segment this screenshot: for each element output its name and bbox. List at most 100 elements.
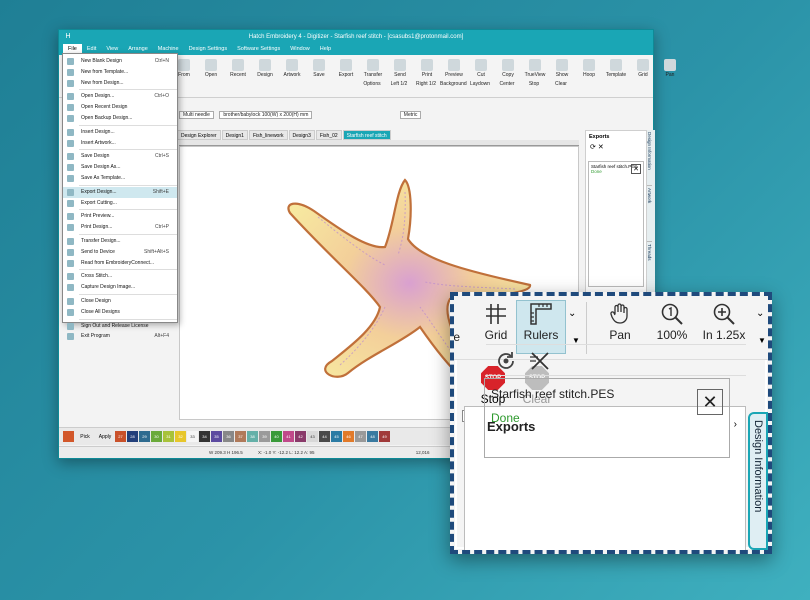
hoop-select[interactable]: brother/babylock 100(W) x 200(H) mm	[219, 111, 313, 119]
ribbon-pan-button[interactable]: Pan	[657, 59, 683, 78]
doc-tab[interactable]: Fish_02	[315, 130, 342, 140]
ribbon2-background-button[interactable]: Background	[440, 81, 467, 87]
file-menu-open-design[interactable]: Open Design... Ctrl+O	[63, 91, 177, 102]
file-menu-export-cutting[interactable]: Export Cutting...	[63, 198, 177, 209]
file-menu-cross-stitch[interactable]: Cross Stitch...	[63, 271, 177, 282]
file-menu-transfer-design[interactable]: Transfer Design...	[63, 236, 177, 247]
refresh-icon[interactable]: ⟳	[590, 144, 596, 151]
color-swatch[interactable]: 34	[199, 431, 210, 442]
ribbon-grid-button[interactable]: Grid	[630, 59, 656, 78]
file-menu-open-recent-design[interactable]: Open Recent Design	[63, 102, 177, 113]
ribbon-trueview-button[interactable]: TrueView	[522, 59, 548, 78]
color-swatch[interactable]: 30	[151, 431, 162, 442]
close-icon[interactable]: ✕	[697, 389, 723, 415]
file-menu-open-backup-design[interactable]: Open Backup Design...	[63, 113, 177, 124]
ribbon2-laydown-button[interactable]: Laydown	[467, 81, 493, 87]
file-menu-insert-design[interactable]: Insert Design...	[63, 127, 177, 138]
file-menu-new-from-template[interactable]: New from Template...	[63, 67, 177, 78]
ribbon-open-button[interactable]: Open	[198, 59, 224, 78]
ribbon2-right-1-2-button[interactable]: Right 1/2	[413, 81, 439, 87]
color-swatch[interactable]: 31	[163, 431, 174, 442]
color-swatch[interactable]: 48	[367, 431, 378, 442]
file-menu-insert-artwork[interactable]: Insert Artwork...	[63, 138, 177, 149]
file-menu-close-design[interactable]: Close Design	[63, 296, 177, 307]
file-menu-close-all-designs[interactable]: Close All Designs	[63, 307, 177, 318]
color-swatch[interactable]: 46	[343, 431, 354, 442]
file-menu-print-design[interactable]: Print Design... Ctrl+P	[63, 222, 177, 233]
ribbon2-options-button[interactable]: Options	[359, 81, 385, 87]
pick-button[interactable]: Pick	[75, 434, 95, 440]
color-swatch[interactable]: 36	[223, 431, 234, 442]
ribbon-recent-button[interactable]: Recent	[225, 59, 251, 78]
color-swatch[interactable]: 49	[379, 431, 390, 442]
grid-button[interactable]: Grid	[478, 302, 514, 342]
apply-button[interactable]: Apply	[95, 434, 115, 440]
file-menu-print-preview[interactable]: Print Preview...	[63, 211, 177, 222]
file-menu-send-to-device[interactable]: Send to Device Shift+Alt+S	[63, 247, 177, 258]
chevron-down-icon[interactable]: ⌄	[568, 308, 576, 319]
color-swatch[interactable]: 42	[295, 431, 306, 442]
ribbon-preview-button[interactable]: Preview	[441, 59, 467, 78]
file-menu-new-from-design[interactable]: New from Design...	[63, 78, 177, 89]
menu-help[interactable]: Help	[315, 44, 336, 55]
ribbon-artwork-button[interactable]: Artwork	[279, 59, 305, 78]
zoom-export-file-item[interactable]: Starfish reef stitch.PES Done ✕	[484, 378, 730, 458]
ribbon2-stop-button[interactable]: Stop	[521, 81, 547, 87]
color-swatch[interactable]: 43	[307, 431, 318, 442]
file-menu-sign-out-and-release-license[interactable]: Sign Out and Release License	[63, 321, 177, 332]
menu-window[interactable]: Window	[285, 44, 315, 55]
file-menu-capture-design-image[interactable]: Capture Design Image...	[63, 282, 177, 293]
doc-tab[interactable]: Design3	[288, 130, 315, 140]
more-arrow-icon[interactable]: ▼	[758, 336, 766, 345]
side-tab[interactable]: Threads	[647, 242, 652, 298]
color-swatch[interactable]: 35	[211, 431, 222, 442]
color-swatch[interactable]: 40	[271, 431, 282, 442]
color-swatch[interactable]: 38	[247, 431, 258, 442]
ribbon-cut-button[interactable]: Cut	[468, 59, 494, 78]
export-file-item[interactable]: Starfish reef stitch.PES Done ✕	[588, 161, 644, 287]
units-select[interactable]: Metric	[399, 111, 422, 119]
doc-tab[interactable]: Design Explorer	[177, 130, 221, 140]
color-swatch[interactable]: 45	[331, 431, 342, 442]
needle-select[interactable]: Multi needle	[179, 111, 214, 119]
color-swatch[interactable]: 33	[187, 431, 198, 442]
design-information-tab[interactable]: Design Information	[748, 412, 768, 550]
color-swatch[interactable]: 28	[127, 431, 138, 442]
file-menu-save-design[interactable]: Save Design Ctrl+S	[63, 151, 177, 162]
ribbon-transfer-button[interactable]: Transfer	[360, 59, 386, 78]
doc-tab[interactable]: Starfish reef stitch	[342, 130, 391, 140]
color-swatch[interactable]: 44	[319, 431, 330, 442]
side-tab[interactable]: Artwork	[647, 186, 652, 242]
refresh-icon[interactable]	[494, 349, 518, 373]
side-tab[interactable]: Design Information	[647, 130, 652, 186]
ribbon-send-button[interactable]: Send	[387, 59, 413, 78]
ribbon-save-button[interactable]: Save	[306, 59, 332, 78]
ribbon-design-button[interactable]: Design	[252, 59, 278, 78]
clear-exports-icon[interactable]: ✕	[598, 144, 604, 151]
ribbon-print-button[interactable]: Print	[414, 59, 440, 78]
file-menu-read-from-embroideryconnect[interactable]: Read from EmbroideryConnect...	[63, 258, 177, 269]
close-icon[interactable]: ✕	[631, 164, 641, 174]
ribbon2-left-1-2-button[interactable]: Left 1/2	[386, 81, 412, 87]
color-swatch[interactable]: 41	[283, 431, 294, 442]
ribbon-show-button[interactable]: Show	[549, 59, 575, 78]
file-menu-save-as-template[interactable]: Save As Template...	[63, 173, 177, 184]
ribbon2-clear-button[interactable]: Clear	[548, 81, 574, 87]
doc-tab[interactable]: Fish_linework	[248, 130, 288, 140]
pan-button[interactable]: Pan	[602, 302, 638, 342]
ribbon-export-button[interactable]: Export	[333, 59, 359, 78]
more-chevron-icon[interactable]: ⌄	[756, 308, 764, 319]
color-swatch[interactable]: 37	[235, 431, 246, 442]
menu-software-settings[interactable]: Software Settings	[232, 44, 285, 55]
ribbon-template-button[interactable]: Template	[603, 59, 629, 78]
menu-design-settings[interactable]: Design Settings	[184, 44, 233, 55]
ribbon-hoop-button[interactable]: Hoop	[576, 59, 602, 78]
color-swatch[interactable]: 39	[259, 431, 270, 442]
color-swatch[interactable]: 47	[355, 431, 366, 442]
ribbon2-center-button[interactable]: Center	[494, 81, 520, 87]
ribbon-copy-button[interactable]: Copy	[495, 59, 521, 78]
doc-tab[interactable]: Design1	[221, 130, 248, 140]
panel-menu-chevron-icon[interactable]: ›	[734, 419, 737, 430]
zoom-100-button[interactable]: 100%	[652, 302, 692, 342]
file-menu-new-blank-design[interactable]: New Blank Design Ctrl+N	[63, 56, 177, 67]
